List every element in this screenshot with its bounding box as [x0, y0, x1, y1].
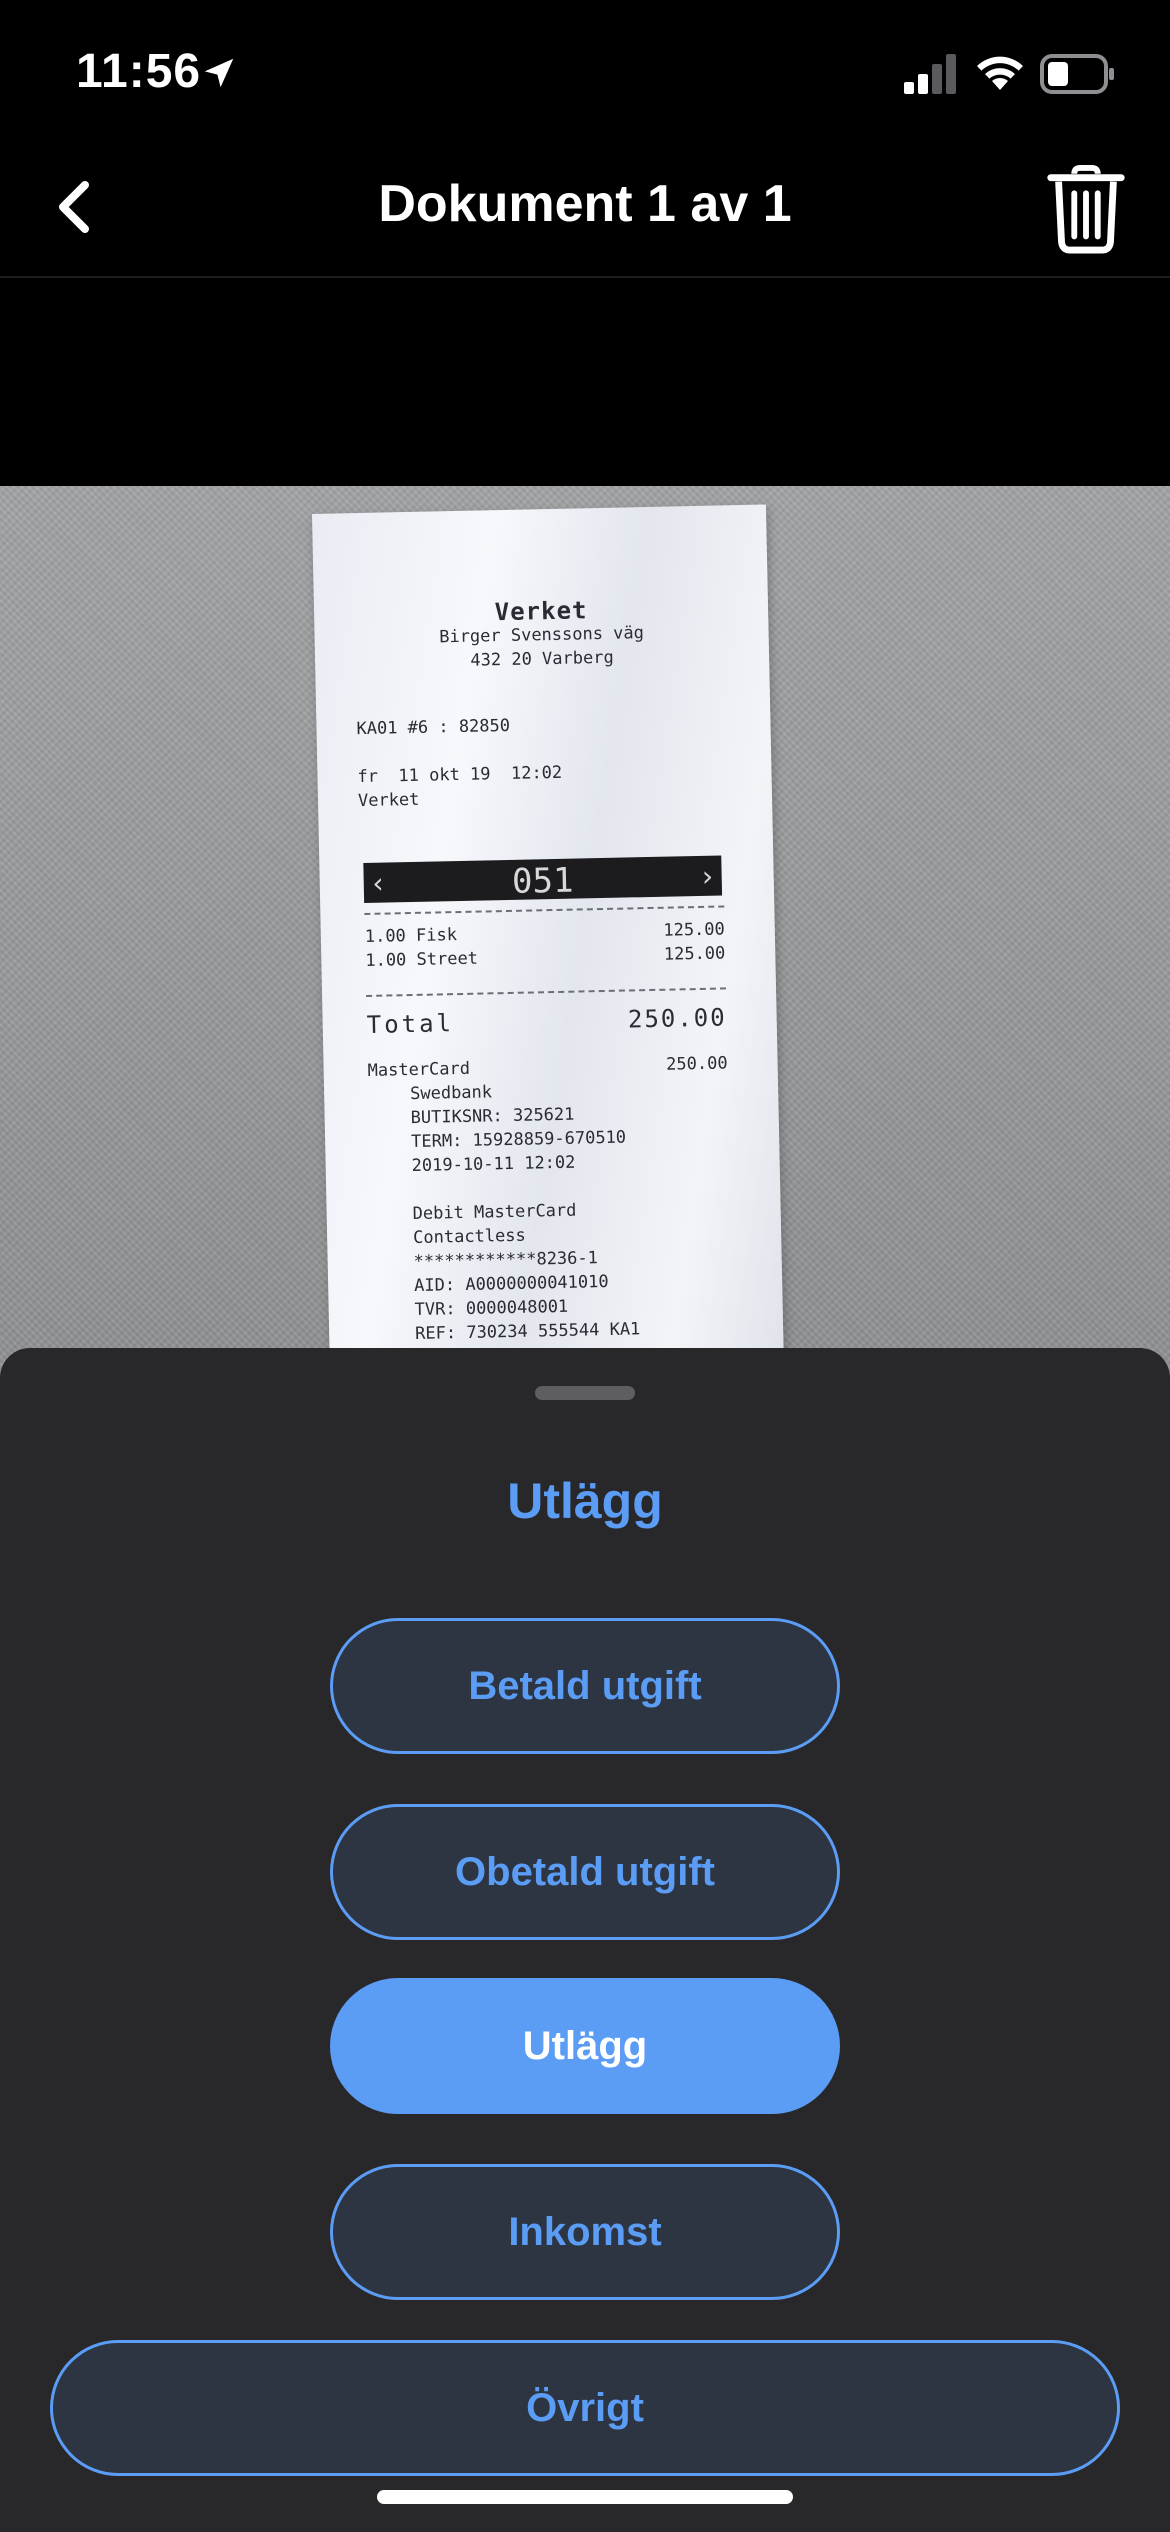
sheet-grabber[interactable] [535, 1386, 635, 1400]
receipt-item-amount: 125.00 [663, 919, 726, 941]
receipt-aid: AID: A0000000041010 [413, 1271, 609, 1297]
receipt-card-label: MasterCard [367, 1058, 471, 1081]
sheet-title: Utlägg [507, 1473, 663, 1529]
home-indicator [377, 2490, 793, 2504]
ticket-right-arrow-icon: › [698, 859, 717, 893]
receipt-datetime: fr 11 okt 19 12:02 [357, 762, 563, 788]
receipt-term: TERM: 15928859-670510 [410, 1127, 627, 1153]
wifi-icon [977, 56, 1023, 90]
receipt-card-amount: 250.00 [665, 1053, 728, 1075]
option-ovrigt-button[interactable]: Övrigt [50, 2340, 1120, 2476]
cellular-signal-icon [904, 54, 956, 94]
receipt-item-label: 1.00 Fisk [364, 925, 458, 947]
location-arrow-icon [204, 58, 234, 88]
option-inkomst-button[interactable]: Inkomst [330, 2164, 840, 2300]
receipt-total-label: Total [366, 1009, 455, 1039]
status-bar: 11:56 [0, 0, 1170, 140]
category-bottom-sheet: Utlägg Betald utgift Obetald utgift Utlä… [0, 1348, 1170, 2532]
receipt-bank: Swedbank [409, 1082, 493, 1105]
receipt-register: KA01 #6 : 82850 [356, 715, 511, 740]
receipt-divider [364, 905, 725, 915]
receipt-location: Verket [357, 789, 420, 812]
receipt: Verket Birger Svenssons väg 432 20 Varbe… [312, 504, 785, 1386]
receipt-total-value: 250.00 [627, 1003, 727, 1034]
receipt-card-number: ************8236-1 [413, 1248, 599, 1273]
document-photo[interactable]: Verket Birger Svenssons väg 432 20 Varbe… [0, 486, 1170, 1386]
trash-icon[interactable] [1046, 164, 1126, 254]
receipt-tvr: TVR: 0000048001 [414, 1296, 569, 1321]
status-time: 11:56 [76, 45, 202, 98]
receipt-card-datetime: 2019-10-11 12:02 [411, 1152, 576, 1177]
receipt-item-label: 1.00 Street [365, 948, 479, 971]
page-title: Dokument 1 av 1 [378, 175, 792, 233]
receipt-divider [366, 987, 727, 997]
option-obetald-utgift-button[interactable]: Obetald utgift [330, 1804, 840, 1940]
receipt-store-no: BUTIKSNR: 325621 [410, 1104, 575, 1129]
receipt-city: 432 20 Varberg [470, 647, 614, 671]
receipt-ticket-number: 051 [511, 860, 574, 902]
option-betald-utgift-button[interactable]: Betald utgift [330, 1618, 840, 1754]
receipt-ref: REF: 730234 555544 KA1 [414, 1319, 641, 1345]
receipt-ticket-banner: ‹ 051 › [363, 855, 723, 903]
receipt-card-type: Debit MasterCard [412, 1200, 577, 1225]
option-utlagg-button[interactable]: Utlägg [330, 1978, 840, 2114]
navigation-bar: Dokument 1 av 1 [0, 140, 1170, 278]
battery-icon [1040, 54, 1114, 94]
receipt-contactless: Contactless [412, 1225, 526, 1249]
receipt-item-amount: 125.00 [663, 943, 726, 965]
